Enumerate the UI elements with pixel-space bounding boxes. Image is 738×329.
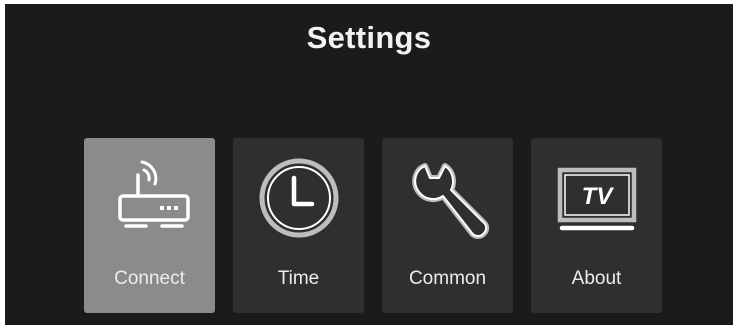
menu-item-time[interactable]: Time bbox=[233, 138, 364, 313]
menu-item-connect[interactable]: Connect bbox=[84, 138, 215, 313]
settings-screen: Settings Connect Time Common TV About bbox=[5, 4, 733, 325]
menu-item-common[interactable]: Common bbox=[382, 138, 513, 313]
menu-item-label: About bbox=[571, 268, 622, 289]
tv-icon: TV bbox=[531, 156, 662, 240]
settings-menu: Connect Time Common TV About bbox=[84, 138, 662, 313]
menu-item-label: Connect bbox=[114, 268, 185, 289]
menu-item-about[interactable]: TV About bbox=[531, 138, 662, 313]
menu-item-label: Common bbox=[408, 268, 487, 289]
svg-text:TV: TV bbox=[581, 183, 614, 210]
page-title: Settings bbox=[306, 20, 432, 55]
router-icon bbox=[84, 156, 215, 240]
wrench-icon bbox=[382, 156, 513, 240]
clock-icon bbox=[233, 156, 364, 240]
menu-item-label: Time bbox=[277, 268, 320, 289]
